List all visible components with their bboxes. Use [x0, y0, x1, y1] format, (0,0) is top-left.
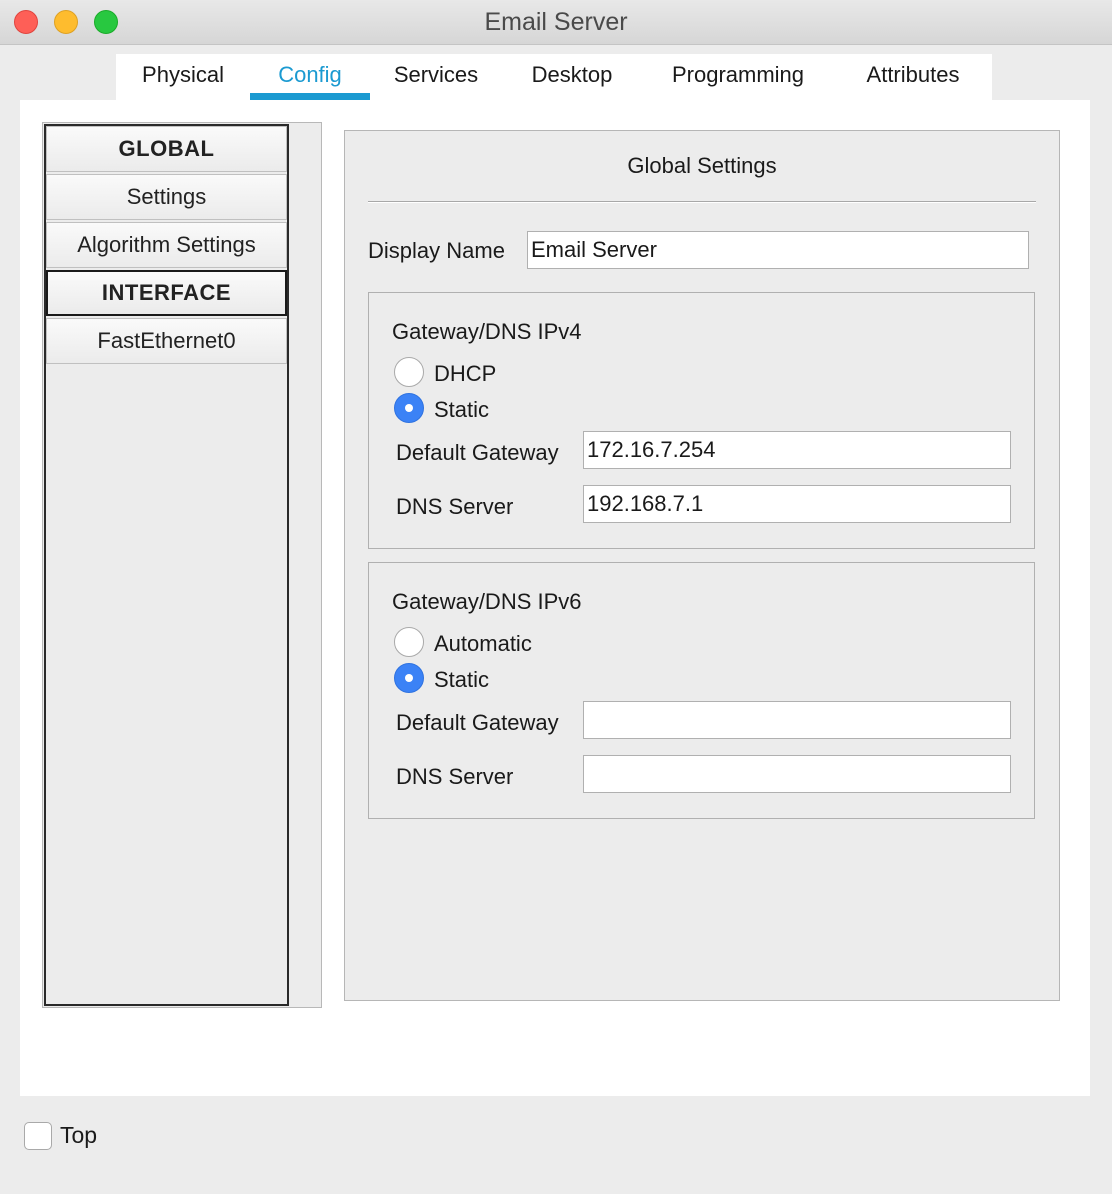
tab-label: Attributes	[866, 62, 960, 87]
active-tab-indicator	[250, 93, 370, 100]
tab-desktop[interactable]: Desktop	[512, 62, 632, 100]
tab-physical[interactable]: Physical	[116, 62, 250, 100]
top-checkbox[interactable]	[24, 1122, 52, 1150]
ipv4-group-title: Gateway/DNS IPv4	[392, 319, 582, 344]
dhcp-label: DHCP	[434, 361, 497, 386]
window-title: Email Server	[484, 8, 628, 36]
tab-label: Programming	[671, 62, 805, 87]
ipv4-group: Gateway/DNS IPv4 DHCP Static Default Gat…	[368, 292, 1035, 549]
tab-label: Config	[278, 62, 342, 87]
display-name-field[interactable]: Email Server	[527, 231, 1029, 269]
ipv6-default-gateway-label: Default Gateway	[396, 710, 559, 735]
config-content: GLOBAL Settings Algorithm Settings INTER…	[20, 100, 1090, 1096]
tab-label: Services	[393, 62, 479, 87]
sidebar-list: GLOBAL Settings Algorithm Settings INTER…	[44, 124, 289, 1006]
display-name-label: Display Name	[368, 238, 505, 263]
ipv4-default-gateway-label: Default Gateway	[396, 440, 559, 465]
ipv6-static-radio[interactable]	[394, 663, 424, 693]
tab-label: Physical	[142, 62, 224, 87]
sidebar-item-interface[interactable]: INTERFACE	[46, 270, 287, 316]
ipv4-static-label: Static	[434, 397, 490, 422]
ipv4-default-gateway-field[interactable]: 172.16.7.254	[583, 431, 1011, 469]
divider	[368, 201, 1036, 203]
automatic-label: Automatic	[434, 631, 532, 656]
sidebar-item-algorithm-settings[interactable]: Algorithm Settings	[46, 222, 287, 268]
sidebar: GLOBAL Settings Algorithm Settings INTER…	[42, 122, 322, 1008]
tab-attributes[interactable]: Attributes	[844, 62, 982, 100]
ipv6-default-gateway-field[interactable]	[583, 701, 1011, 739]
tab-label: Desktop	[531, 62, 613, 87]
sidebar-item-global[interactable]: GLOBAL	[46, 126, 287, 172]
sidebar-item-settings[interactable]: Settings	[46, 174, 287, 220]
tab-services[interactable]: Services	[376, 62, 496, 100]
tab-programming[interactable]: Programming	[656, 62, 820, 100]
ipv4-dns-server-field[interactable]: 192.168.7.1	[583, 485, 1011, 523]
tab-bar: Physical Config Services Desktop Program…	[116, 54, 992, 100]
ipv4-static-radio[interactable]	[394, 393, 424, 423]
global-settings-panel: Global Settings Display Name Email Serve…	[344, 130, 1060, 1001]
sidebar-item-fastethernet0[interactable]: FastEthernet0	[46, 318, 287, 364]
tab-config[interactable]: Config	[250, 62, 370, 100]
ipv6-static-label: Static	[434, 667, 490, 692]
panel-title: Global Settings	[627, 153, 777, 178]
ipv6-group: Gateway/DNS IPv6 Automatic Static Defaul…	[368, 562, 1035, 819]
title-bar: Email Server	[0, 0, 1112, 45]
ipv4-dns-server-label: DNS Server	[396, 494, 514, 519]
top-checkbox-label: Top	[60, 1122, 98, 1148]
ipv6-dns-server-field[interactable]	[583, 755, 1011, 793]
ipv6-dns-server-label: DNS Server	[396, 764, 514, 789]
ipv6-group-title: Gateway/DNS IPv6	[392, 589, 582, 614]
automatic-radio[interactable]	[394, 627, 424, 657]
dhcp-radio[interactable]	[394, 357, 424, 387]
